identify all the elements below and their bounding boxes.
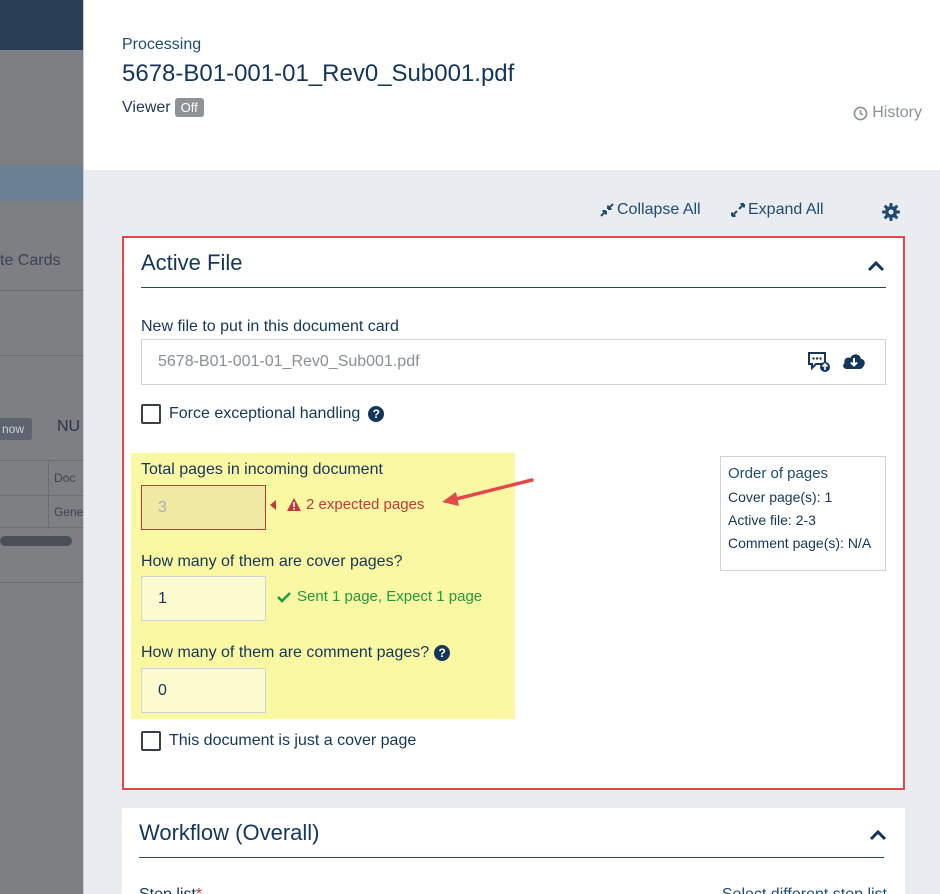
required-mark: * <box>196 886 202 894</box>
background-cards-label: te Cards <box>0 252 61 269</box>
order-active-file: Active file: 2-3 <box>728 512 816 528</box>
warning-icon <box>287 498 301 511</box>
background-band <box>0 165 83 201</box>
order-comment-pages: Comment page(s): N/A <box>728 535 872 551</box>
background-divider <box>0 290 83 291</box>
background-table-cell: Gene <box>54 505 83 519</box>
order-cover-pages: Cover page(s): 1 <box>728 489 833 505</box>
expand-all-label: Expand All <box>748 201 824 218</box>
expand-all-button[interactable]: Expand All <box>730 201 824 219</box>
total-pages-label: Total pages in incoming document <box>141 461 383 478</box>
viewer-label: Viewer <box>122 98 171 116</box>
total-pages-error-text: 2 expected pages <box>306 496 425 513</box>
active-file-title: Active File <box>141 250 243 275</box>
total-pages-input[interactable] <box>141 485 266 530</box>
comment-upload-icon[interactable] <box>807 351 831 373</box>
file-input-actions <box>807 351 867 373</box>
expand-icon <box>731 203 745 217</box>
history-link[interactable]: History <box>853 104 922 122</box>
history-label: History <box>872 104 922 121</box>
page-title: 5678-B01-001-01_Rev0_Sub001.pdf <box>122 60 515 87</box>
step-list-label: Step list* <box>139 886 202 894</box>
check-icon <box>277 591 291 603</box>
step-list-label-text: Step list <box>139 886 196 894</box>
collapse-all-label: Collapse All <box>617 201 701 218</box>
clock-icon <box>853 106 868 120</box>
total-pages-error: 2 expected pages <box>270 496 424 513</box>
processing-panel: Processing 5678-B01-001-01_Rev0_Sub001.p… <box>83 0 940 894</box>
annotation-arrow <box>442 478 534 506</box>
background-top-bar <box>0 0 83 50</box>
order-of-pages-title: Order of pages <box>728 465 829 482</box>
background-page: te Cards now NU Doc Gene <box>0 0 83 894</box>
comment-pages-input[interactable] <box>141 668 266 713</box>
workflow-title: Workflow (Overall) <box>139 820 320 845</box>
just-cover-label: This document is just a cover page <box>169 732 417 749</box>
background-divider <box>0 582 83 583</box>
chevron-up-icon[interactable] <box>867 260 885 272</box>
viewer-toggle-row: Viewer Off <box>122 98 204 117</box>
order-of-pages-box: Order of pages Cover page(s): 1 Active f… <box>720 456 886 571</box>
gear-icon[interactable] <box>881 202 901 222</box>
force-exceptional-label: Force exceptional handling <box>169 405 361 422</box>
force-exceptional-row[interactable]: Force exceptional handling ? <box>141 404 385 424</box>
background-column-label: NU <box>57 418 81 435</box>
new-file-label: New file to put in this document card <box>141 318 399 335</box>
new-file-input[interactable] <box>141 339 886 385</box>
force-exceptional-checkbox[interactable] <box>141 404 161 424</box>
background-table-header-cell: Doc <box>54 471 76 485</box>
collapse-all-button[interactable]: Collapse All <box>599 201 701 219</box>
card-divider <box>139 857 884 858</box>
comment-pages-label-row: How many of them are comment pages? ? <box>141 644 451 662</box>
select-step-list-link[interactable]: Select different step list <box>722 886 887 894</box>
cover-pages-label: How many of them are cover pages? <box>141 553 403 570</box>
panel-header: Processing 5678-B01-001-01_Rev0_Sub001.p… <box>84 0 940 170</box>
caret-left-icon <box>270 499 276 510</box>
background-divider <box>0 355 83 356</box>
workflow-card: Workflow (Overall) Step list* Select dif… <box>122 808 905 894</box>
comment-pages-label: How many of them are comment pages? <box>141 644 430 661</box>
background-table: Doc Gene <box>0 460 83 529</box>
question-circle-icon[interactable]: ? <box>434 645 451 661</box>
cover-pages-input[interactable] <box>141 576 266 621</box>
just-cover-row[interactable]: This document is just a cover page <box>141 731 416 751</box>
question-circle-icon[interactable]: ? <box>368 406 385 422</box>
card-divider <box>141 287 886 288</box>
background-badge: now <box>0 418 32 440</box>
cover-pages-ok-text: Sent 1 page, Expect 1 page <box>297 588 483 605</box>
compress-icon <box>600 203 614 217</box>
background-scrollbar <box>0 536 72 546</box>
cover-pages-ok: Sent 1 page, Expect 1 page <box>277 588 482 605</box>
breadcrumb: Processing <box>122 36 202 53</box>
cloud-download-icon[interactable] <box>841 351 867 371</box>
chevron-up-icon[interactable] <box>869 829 887 841</box>
viewer-toggle[interactable]: Off <box>174 98 204 117</box>
just-cover-checkbox[interactable] <box>141 731 161 751</box>
